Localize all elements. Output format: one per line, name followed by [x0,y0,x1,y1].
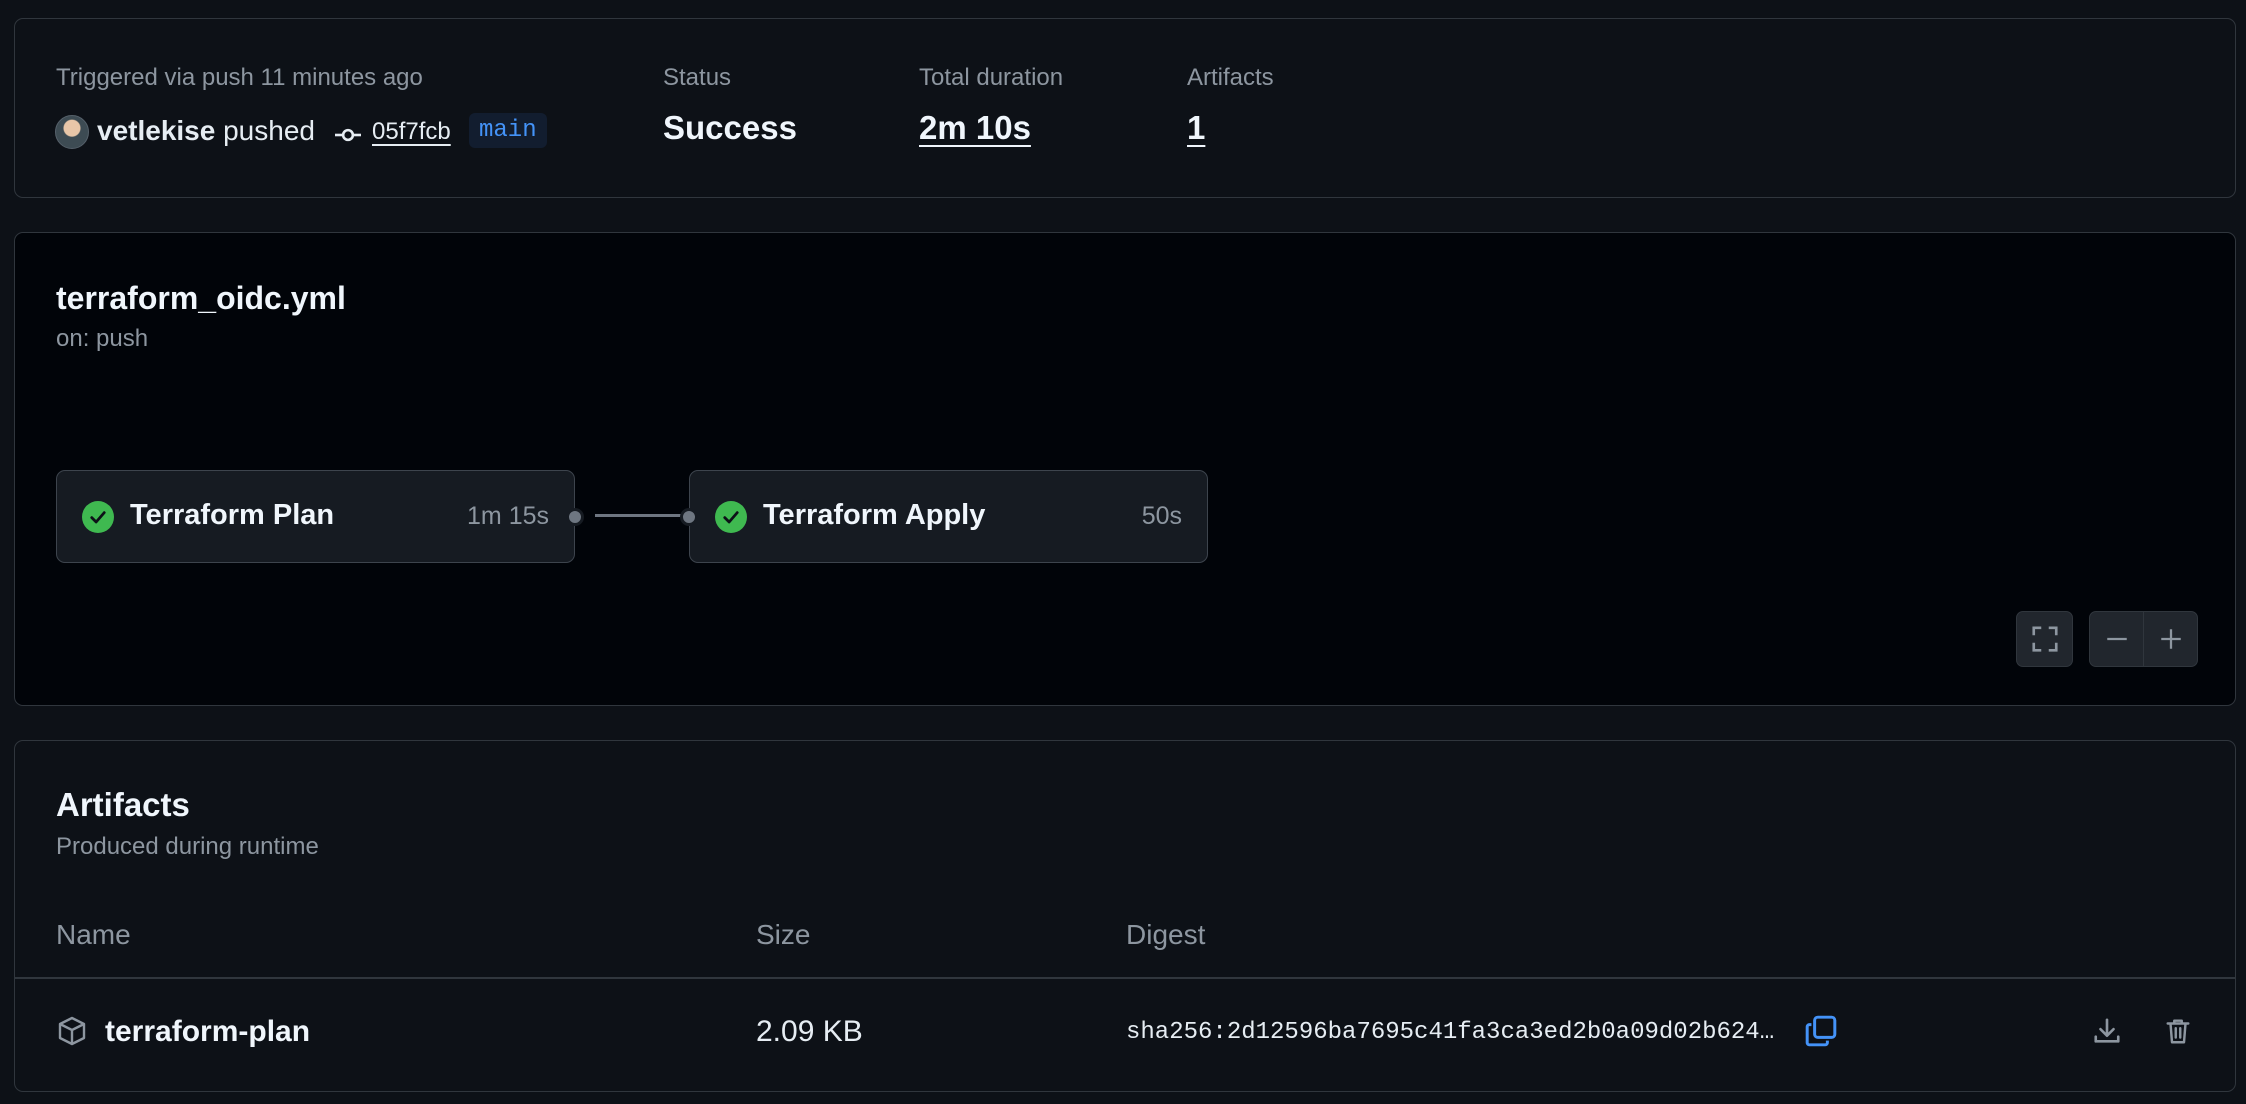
commit-sha-link[interactable]: 05f7fcb [372,118,451,146]
branch-badge[interactable]: main [469,113,547,148]
artifact-name-link[interactable]: terraform-plan [105,1015,310,1049]
job-name: Terraform Apply [763,499,986,531]
actor-name[interactable]: vetlekise [97,115,215,146]
run-summary-panel: Triggered via push 11 minutes ago vetlek… [14,18,2236,198]
column-header-digest: Digest [1126,919,1206,950]
download-button[interactable] [2085,1009,2129,1053]
git-commit-icon [335,128,361,142]
success-check-icon [82,501,114,533]
zoom-controls [2089,611,2198,667]
job-name: Terraform Plan [130,499,335,531]
column-header-size: Size [756,919,811,950]
job-input-port [680,508,698,526]
artifact-size: 2.09 KB [756,1015,863,1048]
artifact-digest: sha256:2d12596ba7695c41fa3ca3ed2b0a09d02… [1126,1019,1775,1046]
trash-icon [2166,1019,2190,1044]
workflow-filename: terraform_oidc.yml [56,280,346,316]
job-terraform-apply[interactable]: Terraform Apply 50s [680,470,1208,563]
fullscreen-button[interactable] [2016,611,2073,667]
push-action-text: pushed [223,115,315,146]
job-terraform-plan[interactable]: Terraform Plan 1m 15s [56,470,584,563]
actor-line: vetlekise pushed [97,115,315,147]
zoom-in-icon [2160,629,2181,649]
status-value: Success [663,109,797,146]
avatar[interactable] [55,115,89,149]
package-icon [58,1016,86,1046]
duration-label: Total duration [919,64,1064,91]
artifacts-count-link[interactable]: 1 [1187,109,1205,147]
success-check-icon [715,501,747,533]
zoom-in-button[interactable] [2144,612,2197,666]
column-header-name: Name [56,919,131,950]
trigger-text: Triggered via push 11 minutes ago [56,64,423,91]
duration-link[interactable]: 2m 10s [919,109,1031,147]
zoom-out-button[interactable] [2090,612,2144,666]
download-icon [2094,1018,2120,1043]
job-duration: 1m 15s [467,502,549,530]
artifacts-panel: Artifacts Produced during runtime Name S… [14,740,2236,1092]
workflow-graph-panel: terraform_oidc.yml on: push Terraform Pl… [14,232,2236,706]
artifacts-title: Artifacts [56,786,190,823]
artifacts-label: Artifacts [1187,64,1274,91]
copy-digest-button[interactable] [1799,1009,1843,1053]
artifacts-subtitle: Produced during runtime [56,833,319,860]
fullscreen-icon [2031,626,2058,652]
job-output-port [566,508,584,526]
table-row: terraform-plan 2.09 KB sha256:2d12596ba7… [15,979,2235,1091]
job-connector [595,514,689,517]
delete-button[interactable] [2156,1009,2200,1053]
zoom-out-icon [2106,637,2127,641]
status-label: Status [663,64,732,91]
copy-icon [1805,1015,1837,1047]
workflow-event: on: push [56,325,149,352]
job-duration: 50s [1141,502,1182,530]
